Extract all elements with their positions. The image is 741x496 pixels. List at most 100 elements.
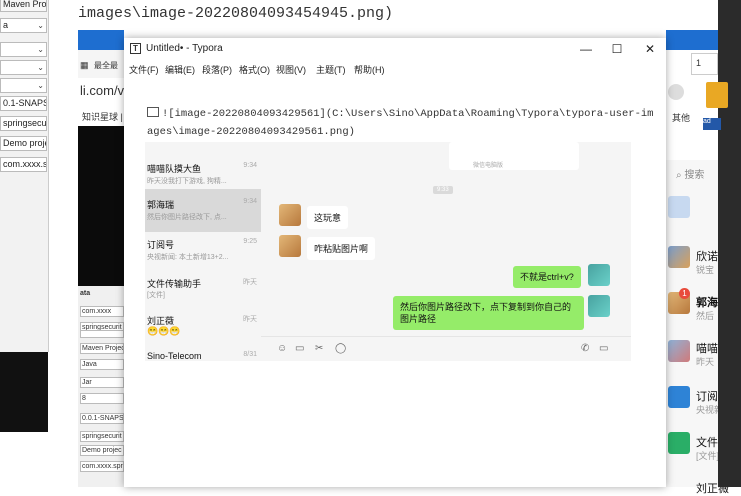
conversation-preview: 然后你图片路径改下, 点... <box>147 214 227 221</box>
form-select[interactable]: Jar <box>80 377 124 388</box>
form-label: ata <box>80 290 91 297</box>
menu-file[interactable]: 文件(F) <box>129 63 159 76</box>
unread-badge: 1 <box>679 288 690 299</box>
browser-form-area: ata com.xxxx springsecurit Maven Projec … <box>78 286 124 487</box>
chat-name[interactable]: 郭海 <box>696 294 718 310</box>
form-field[interactable]: com.xxxx.spri <box>80 461 124 472</box>
shot-conversation-active: 郭海瑞 然后你图片路径改下, 点... 9:34 <box>145 189 261 232</box>
avatar <box>588 264 610 286</box>
conversation-time: 9:25 <box>243 238 257 245</box>
form-field[interactable]: Demo projec <box>80 445 124 456</box>
subscription-icon <box>668 386 690 408</box>
left-row-5[interactable]: 0.1-SNAPSH <box>0 96 47 111</box>
left-row-3[interactable]: ⌄ <box>0 60 47 75</box>
form-field[interactable]: com.xxxx <box>80 306 124 317</box>
image-markdown-source[interactable]: ![image-20220804093429561](C:\Users\Sino… <box>147 105 657 141</box>
conversation-preview: 😁😁😁 <box>147 326 181 336</box>
wechat-search[interactable]: ⌕ 搜索 <box>676 166 704 181</box>
form-select[interactable]: 8 <box>80 393 124 404</box>
folder-icon[interactable] <box>706 82 728 108</box>
conversation-time: 昨天 <box>243 279 257 286</box>
minimize-button[interactable]: — <box>574 40 598 58</box>
left-row-7[interactable]: Demo project <box>0 136 47 151</box>
conversation-preview: 昨天没我打下游戏, 狗精... <box>147 178 227 185</box>
shot-conversation: 文件传输助手 [文件] 昨天 <box>145 273 261 316</box>
left-dark-area <box>0 352 48 432</box>
form-field[interactable] <box>80 330 124 338</box>
nav-link[interactable]: 知识星球 | <box>82 110 123 123</box>
conversation-time: 8/31 <box>243 351 257 358</box>
menu-edit[interactable]: 编辑(E) <box>165 63 195 76</box>
background-path-text: images\image-20220804093454945.png) <box>78 5 394 22</box>
message-bubble-right: 不就是ctrl+v? <box>513 266 581 288</box>
menu-theme[interactable]: 主题(T) <box>316 63 346 76</box>
chat-preview: 然后 <box>696 311 715 321</box>
message-bubble-right: 然后你图片路径改下，点下复制到你自己的图片路径 <box>393 296 584 330</box>
calendar-icon: ▦ <box>80 60 89 70</box>
pasted-screenshot[interactable]: 喵喵队摸大鱼 昨天没我打下游戏, 狗精... 9:34 郭海瑞 然后你图片路径改… <box>145 142 631 361</box>
chat-name[interactable]: 喵喵 <box>696 340 718 356</box>
browser-bookmark-bar: ▦ 最全最 <box>78 50 124 78</box>
time-chip: 9:33 <box>433 186 453 194</box>
close-button[interactable]: ✕ <box>638 40 662 58</box>
shot-conversation: 喵喵队摸大鱼 昨天没我打下游戏, 狗精... 9:34 <box>145 144 261 187</box>
form-field[interactable]: Maven Projec <box>80 343 124 354</box>
shot-chat-area: 微信电脑版 9:33 这玩意 咋粘贴图片啊 不就是ctrl+v? 然后你图片路径… <box>261 142 631 361</box>
avatar <box>279 235 301 257</box>
browser-url-bar[interactable]: li.com/vid <box>78 78 134 104</box>
conversation-preview: [文件] <box>147 292 165 299</box>
left-row-0[interactable]: Maven Project <box>0 0 47 12</box>
right-dark-strip <box>718 0 741 487</box>
avatar[interactable] <box>668 84 684 100</box>
folder-label: ad <box>703 118 721 130</box>
form-field[interactable]: springsecurit <box>80 431 124 442</box>
conversation-time: 昨天 <box>243 316 257 323</box>
browser-tab-bar <box>78 30 124 50</box>
avatar <box>668 196 690 218</box>
left-row-2[interactable]: ⌄ <box>0 42 47 57</box>
menu-paragraph[interactable]: 段落(P) <box>202 63 232 76</box>
left-row-8[interactable]: com.xxxx.spri <box>0 157 47 172</box>
right-nav-link[interactable]: 其他 <box>672 111 690 124</box>
browser-video-area <box>78 126 124 286</box>
conversation-name: 订阅号 <box>147 240 175 250</box>
left-row-4[interactable]: ⌄ <box>0 78 47 93</box>
maximize-button[interactable]: ☐ <box>605 40 629 58</box>
message-bubble-left: 这玩意 <box>307 206 349 229</box>
title-bar: T Untitled• - Typora — ☐ ✕ <box>124 38 666 60</box>
image-icon <box>147 107 159 117</box>
form-select[interactable]: Java <box>80 359 124 370</box>
shot-top-card: 微信电脑版 <box>449 142 579 170</box>
chat-name[interactable]: 欣诺 <box>696 248 718 264</box>
file-transfer-icon <box>668 432 690 454</box>
left-white-area <box>0 432 48 487</box>
message-bubble-left: 咋粘贴图片啊 <box>307 237 376 260</box>
avatar <box>668 246 690 268</box>
chevron-down-icon: ⌄ <box>37 21 44 30</box>
menu-view[interactable]: 视图(V) <box>276 63 306 76</box>
shot-conversation: Sino-Telecom 8/31 <box>145 348 261 361</box>
right-browser-tab[interactable]: 1 <box>691 53 718 75</box>
menu-format[interactable]: 格式(O) <box>239 63 270 76</box>
shot-conversation: 订阅号 央视新闻: 本土新增13+2... 9:25 <box>145 234 261 277</box>
window-title: Untitled• - Typora <box>146 43 223 54</box>
conversation-name: 喵喵队摸大鱼 <box>147 164 202 174</box>
conversation-name: Sino-Telecom <box>147 351 202 361</box>
chat-preview: [文件] <box>696 451 720 461</box>
folder-icon: ▭ <box>295 343 305 354</box>
divider <box>261 336 631 337</box>
search-icon: ⌕ <box>676 170 682 181</box>
chat-preview: 昨天 <box>696 357 715 367</box>
left-row-1[interactable]: a ⌄ <box>0 18 47 33</box>
avatar <box>588 295 610 317</box>
typora-logo-icon: T <box>130 43 141 54</box>
browser-nav: 知识星球 | <box>78 104 124 126</box>
bookmark-label[interactable]: 最全最 <box>94 60 118 71</box>
left-row-6[interactable]: springsecurity <box>0 116 47 131</box>
shot-top-card-text: 微信电脑版 <box>473 163 504 169</box>
menu-bar: 文件(F) 编辑(E) 段落(P) 格式(O) 视图(V) 主题(T) 帮助(H… <box>124 60 666 78</box>
menu-help[interactable]: 帮助(H) <box>354 63 385 76</box>
conversation-preview: 央视新闻: 本土新增13+2... <box>147 254 229 261</box>
form-field[interactable]: 0.0.1-SNAPSH <box>80 413 124 424</box>
avatar <box>279 204 301 226</box>
